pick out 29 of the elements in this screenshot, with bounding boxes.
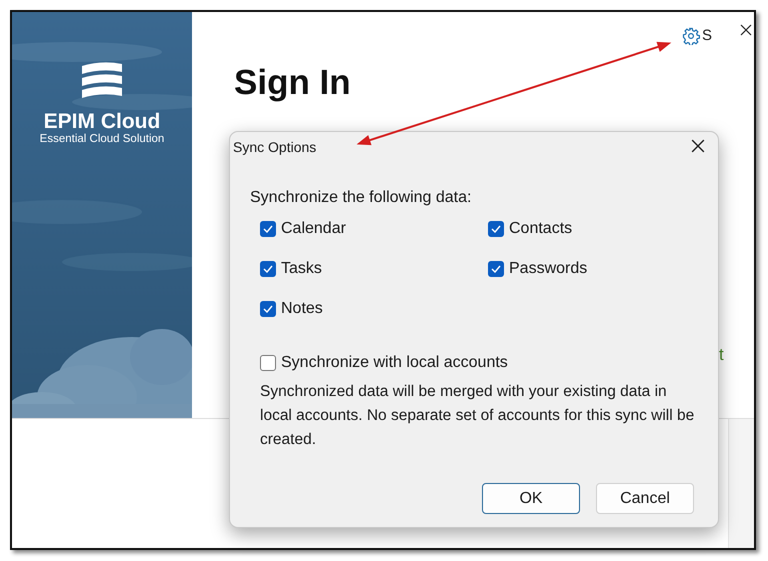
checkbox-label[interactable]: Tasks	[281, 259, 322, 278]
check-icon	[263, 224, 273, 232]
checkbox-label[interactable]: Notes	[281, 299, 323, 318]
check-icon	[491, 224, 501, 232]
check-icon	[263, 304, 273, 312]
page-title: Sign In	[234, 64, 351, 102]
close-icon[interactable]	[740, 24, 752, 36]
checkbox[interactable]	[260, 260, 276, 276]
ok-button[interactable]: OK	[482, 483, 580, 514]
checkbox-label[interactable]: Synchronize with local accounts	[281, 353, 508, 372]
checkbox[interactable]	[488, 220, 504, 236]
checkbox[interactable]	[260, 220, 276, 236]
checkbox[interactable]	[260, 300, 276, 316]
checkbox-label[interactable]: Calendar	[281, 219, 346, 238]
check-icon	[491, 264, 501, 272]
cancel-button[interactable]: Cancel	[596, 483, 694, 514]
brand-tagline: Essential Cloud Solution	[40, 133, 164, 147]
section-heading: Synchronize the following data:	[250, 188, 472, 208]
checkbox-label[interactable]: Contacts	[509, 219, 572, 238]
dialog-title: Sync Options	[233, 138, 316, 157]
checkbox[interactable]	[488, 260, 504, 276]
brand-name: EPIM Cloud	[44, 110, 160, 134]
check-icon	[263, 264, 273, 272]
checkbox-label[interactable]: Passwords	[509, 259, 588, 278]
description-text: Synchronized data will be merged with your existing data in local accounts. No separate set of accounts for this sync will be created.	[260, 382, 696, 450]
settings-link[interactable]: S	[682, 25, 712, 48]
close-icon[interactable]	[691, 139, 705, 153]
link-text: t	[719, 344, 724, 366]
checkbox[interactable]	[260, 354, 276, 370]
